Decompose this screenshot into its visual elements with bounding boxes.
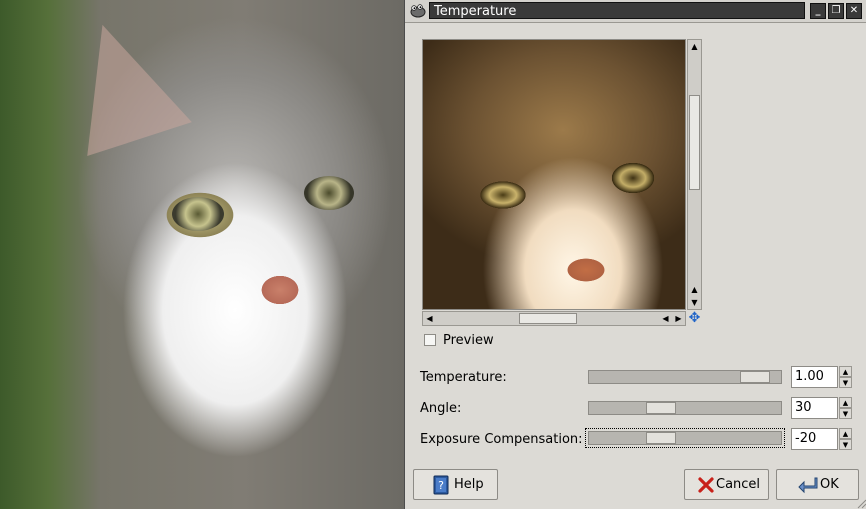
exposure-compensation-slider[interactable]: [588, 431, 782, 445]
temperature-slider-handle[interactable]: [740, 371, 770, 383]
angle-slider-handle[interactable]: [646, 402, 676, 414]
scroll-left-arrow-icon[interactable]: ◀: [423, 312, 436, 325]
exposure-compensation-label: Exposure Compensation:: [420, 432, 583, 447]
temperature-spinner[interactable]: ▲ ▼: [839, 366, 852, 388]
background-cat-photo: [0, 0, 404, 509]
temperature-value-input[interactable]: 1.00: [791, 366, 838, 388]
temperature-slider[interactable]: [588, 370, 782, 384]
spin-up-arrow-icon[interactable]: ▲: [839, 397, 852, 408]
preview-area[interactable]: [422, 39, 686, 310]
spin-down-arrow-icon[interactable]: ▼: [839, 439, 852, 450]
angle-value-input[interactable]: 30: [791, 397, 838, 419]
ok-button[interactable]: OK: [776, 469, 859, 500]
minimize-button[interactable]: _: [810, 3, 826, 19]
scroll-right-arrow-icon[interactable]: ▶: [672, 312, 685, 325]
angle-slider[interactable]: [588, 401, 782, 415]
navigate-icon[interactable]: ✥: [687, 311, 702, 326]
cat-eye-right: [304, 176, 354, 210]
help-button[interactable]: ? Help: [413, 469, 498, 500]
angle-label: Angle:: [420, 401, 462, 416]
scroll-left-arrow-icon-right[interactable]: ◀: [659, 312, 672, 325]
scroll-down-arrow-icon[interactable]: ▼: [688, 296, 701, 309]
window-title: Temperature: [429, 2, 805, 19]
gimp-wilber-icon: [410, 4, 426, 18]
horizontal-scroll-thumb[interactable]: [519, 313, 577, 324]
help-book-icon: ?: [433, 475, 449, 495]
cat-ear-shape: [50, 7, 192, 157]
ok-enter-arrow-icon: [798, 477, 818, 494]
preview-vertical-scrollbar[interactable]: ▲ ▲ ▼: [687, 39, 702, 310]
temperature-label: Temperature:: [420, 370, 507, 385]
help-button-label: Help: [454, 477, 484, 492]
spin-down-arrow-icon[interactable]: ▼: [839, 377, 852, 388]
spin-up-arrow-icon[interactable]: ▲: [839, 428, 852, 439]
window-titlebar[interactable]: Temperature _ ❐ ✕: [405, 0, 866, 23]
spin-up-arrow-icon[interactable]: ▲: [839, 366, 852, 377]
restore-button[interactable]: ❐: [828, 3, 844, 19]
ok-button-label: OK: [820, 477, 839, 492]
exposure-compensation-slider-handle[interactable]: [646, 432, 676, 444]
preview-image: [423, 40, 685, 309]
scroll-up-arrow-icon[interactable]: ▲: [688, 40, 701, 53]
svg-text:?: ?: [438, 479, 444, 492]
preview-checkbox[interactable]: [424, 334, 436, 346]
temperature-dialog: Temperature _ ❐ ✕ ▲ ▲ ▼ ◀ ◀ ▶ ✥ Preview …: [404, 0, 866, 509]
exposure-compensation-value-input[interactable]: -20: [791, 428, 838, 450]
close-button[interactable]: ✕: [846, 3, 862, 19]
cancel-button-label: Cancel: [716, 477, 761, 492]
cat-eye-left: [172, 197, 224, 231]
cancel-x-icon: [698, 477, 714, 493]
vertical-scroll-thumb[interactable]: [689, 95, 700, 190]
preview-checkbox-label[interactable]: Preview: [443, 332, 494, 349]
preview-horizontal-scrollbar[interactable]: ◀ ◀ ▶: [422, 311, 686, 326]
scroll-up-arrow-icon-lower[interactable]: ▲: [688, 283, 701, 296]
resize-grip-icon[interactable]: [855, 497, 866, 509]
angle-spinner[interactable]: ▲ ▼: [839, 397, 852, 419]
spin-down-arrow-icon[interactable]: ▼: [839, 408, 852, 419]
cancel-button[interactable]: Cancel: [684, 469, 769, 500]
exposure-compensation-spinner[interactable]: ▲ ▼: [839, 428, 852, 450]
